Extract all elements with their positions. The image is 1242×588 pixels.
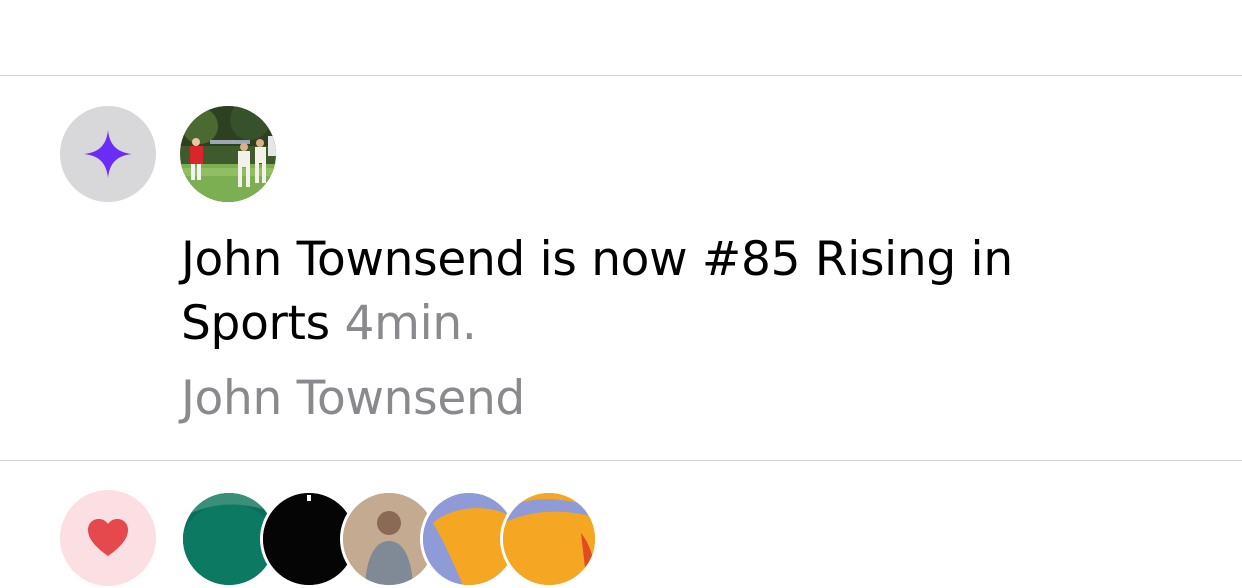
notification-message: John Townsend is now #85 Rising in Sport… [181,228,1101,356]
top-divider [0,75,1242,76]
user-avatar[interactable] [180,106,276,202]
orange-avatar[interactable] [500,490,598,588]
bottom-divider [0,460,1242,461]
notification-subtitle: John Townsend [181,371,525,426]
notification-message-text: John Townsend is now #85 Rising in Sport… [181,232,1013,351]
sparkle-icon [60,106,156,202]
notification-time: 4min. [344,296,477,351]
heart-icon [60,490,156,586]
